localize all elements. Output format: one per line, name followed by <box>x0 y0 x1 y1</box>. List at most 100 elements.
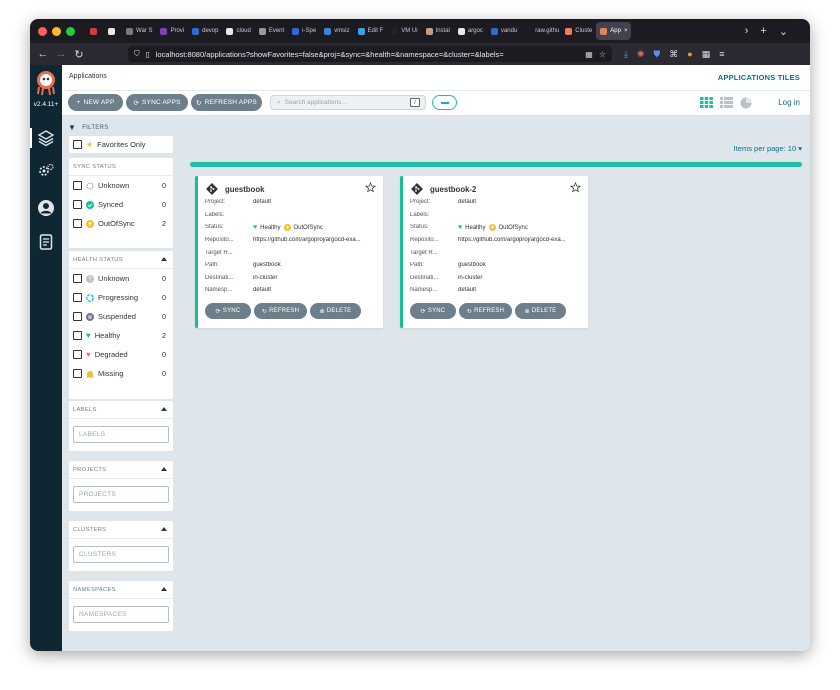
health-missing-filter[interactable]: Missing 0 <box>69 364 173 383</box>
projects-input[interactable]: PROJECTS <box>73 486 169 503</box>
app-delete-button[interactable]: ⊗ DELETE <box>310 303 361 319</box>
browser-tab[interactable]: raw.githu <box>521 22 561 40</box>
health-progressing-filter[interactable]: Progressing 0 <box>69 288 173 307</box>
qr-code-icon[interactable]: ▦ <box>585 50 593 59</box>
search-input[interactable]: ⌕ Search applications... / <box>270 95 426 110</box>
browser-tab[interactable]: App × <box>596 22 632 40</box>
health-progressing-checkbox[interactable] <box>73 293 82 302</box>
back-button[interactable]: ← <box>34 48 52 60</box>
favorites-toggle[interactable] <box>432 95 457 110</box>
bookmark-star-icon[interactable]: ☆ <box>599 50 606 59</box>
tiles-view-icon[interactable] <box>700 97 713 108</box>
browser-tab[interactable]: Cluste <box>561 22 596 40</box>
extension-icon[interactable]: ✺ <box>637 49 645 60</box>
health-healthy-checkbox[interactable] <box>73 331 82 340</box>
health-unknown-checkbox[interactable] <box>73 274 82 283</box>
browser-tab[interactable]: Event <box>255 22 288 40</box>
list-tabs-icon[interactable]: ⌄ <box>779 25 788 38</box>
app-delete-button[interactable]: ⊗ DELETE <box>515 303 566 319</box>
app-name[interactable]: guestbook-2 <box>430 185 476 194</box>
sync-outofsync-filter[interactable]: OutOfSync 2 <box>69 214 173 233</box>
list-view-icon[interactable] <box>720 97 733 108</box>
browser-tab[interactable] <box>86 22 104 40</box>
app-sync-button[interactable]: ⟳ SYNC <box>410 303 456 319</box>
summary-pie-icon[interactable] <box>740 97 752 109</box>
sync-synced-checkbox[interactable] <box>73 200 82 209</box>
sync-apps-button[interactable]: ⟳ SYNC APPS <box>126 94 188 111</box>
app-name[interactable]: guestbook <box>225 185 264 194</box>
health-missing-checkbox[interactable] <box>73 369 82 378</box>
health-degraded-checkbox[interactable] <box>73 350 82 359</box>
browser-tab[interactable]: i-Spe <box>288 22 320 40</box>
tab-scroll-right-icon[interactable]: › <box>745 25 749 38</box>
url-bar[interactable]: ⛉ ▯ localhost:8080/applications?showFavo… <box>128 46 612 62</box>
browser-tab[interactable]: devop <box>188 22 222 40</box>
favorites-only-checkbox[interactable] <box>73 140 82 149</box>
health-suspended-checkbox[interactable] <box>73 312 82 321</box>
favorite-star-icon[interactable] <box>570 182 581 193</box>
collapse-caret-icon[interactable] <box>161 527 167 531</box>
application-card[interactable]: guestbook-2 Project: default Labels: Status:… <box>400 176 588 328</box>
browser-tab[interactable]: argoc <box>454 22 487 40</box>
health-healthy-filter[interactable]: ♥ Healthy 2 <box>69 326 173 345</box>
sync-synced-filter[interactable]: Synced 0 <box>69 195 173 214</box>
argo-logo-icon[interactable] <box>35 70 57 96</box>
refresh-apps-button[interactable]: ↻ REFRESH APPS <box>191 94 262 111</box>
menu-icon[interactable]: ≡ <box>719 49 724 60</box>
application-card[interactable]: guestbook Project: default Labels: Status: ♥ H… <box>195 176 383 328</box>
documentation-icon[interactable] <box>37 233 55 251</box>
applications-layers-icon[interactable] <box>37 129 55 147</box>
clusters-input[interactable]: CLUSTERS <box>73 546 169 563</box>
browser-tab[interactable]: vmsiz <box>320 22 353 40</box>
favorites-only-filter[interactable]: ★ Favorites Only <box>69 136 173 153</box>
browser-tab[interactable]: War S <box>122 22 156 40</box>
settings-gears-icon[interactable] <box>37 162 55 180</box>
app-sync-button[interactable]: ⟳ SYNC <box>205 303 251 319</box>
projects-header[interactable]: PROJECTS <box>69 461 173 479</box>
collapse-caret-icon[interactable] <box>161 587 167 591</box>
bitwarden-icon[interactable]: ⛊ <box>654 49 661 60</box>
login-link[interactable]: Log in <box>778 98 800 107</box>
new-app-button[interactable]: + NEW APP <box>68 94 123 111</box>
extensions-grid-icon[interactable]: ▦ <box>702 49 711 60</box>
sync-unknown-filter[interactable]: Unknown 0 <box>69 176 173 195</box>
clusters-header[interactable]: CLUSTERS <box>69 521 173 539</box>
breadcrumb[interactable]: Applications <box>69 73 107 80</box>
app-refresh-button[interactable]: ↻ REFRESH <box>459 303 512 319</box>
favorite-star-icon[interactable] <box>365 182 376 193</box>
new-tab-button[interactable]: + <box>760 25 766 38</box>
sync-unknown-checkbox[interactable] <box>73 181 82 190</box>
browser-tab[interactable]: Instal <box>422 22 454 40</box>
browser-tab[interactable]: VM Ui <box>387 22 421 40</box>
app-refresh-button[interactable]: ↻ REFRESH <box>254 303 307 319</box>
health-unknown-filter[interactable]: ? Unknown 0 <box>69 269 173 288</box>
extension-puzzle-icon[interactable]: ⌘ <box>669 49 678 60</box>
zoom-window-button[interactable] <box>66 26 75 36</box>
shield-icon[interactable]: ⛉ <box>134 49 140 59</box>
extension-orange-icon[interactable]: ● <box>687 49 692 60</box>
health-suspended-filter[interactable]: Suspended 0 <box>69 307 173 326</box>
collapse-caret-icon[interactable] <box>161 407 167 411</box>
browser-tab[interactable]: Edit F <box>354 22 388 40</box>
downloads-icon[interactable]: ⤓ <box>624 49 628 60</box>
namespaces-input[interactable]: NAMESPACES <box>73 606 169 623</box>
labels-header[interactable]: LABELS <box>69 401 173 419</box>
browser-tab[interactable] <box>104 22 122 40</box>
collapse-caret-icon[interactable] <box>161 257 167 261</box>
labels-input[interactable]: LABELS <box>73 426 169 443</box>
sync-status-header[interactable]: SYNC STATUS <box>69 158 173 176</box>
namespaces-header[interactable]: NAMESPACES <box>69 581 173 599</box>
items-per-page-selector[interactable]: Items per page: 10 ▾ <box>734 144 802 153</box>
forward-button[interactable]: → <box>52 48 70 60</box>
browser-tab[interactable]: vandu <box>487 22 521 40</box>
collapse-caret-icon[interactable] <box>161 467 167 471</box>
close-window-button[interactable] <box>38 26 47 36</box>
health-degraded-filter[interactable]: ♥ Degraded 0 <box>69 345 173 364</box>
minimize-window-button[interactable] <box>52 26 61 36</box>
reload-button[interactable]: ↻ <box>70 48 88 61</box>
close-tab-icon[interactable]: × <box>624 28 628 34</box>
browser-tab[interactable]: cloud <box>222 22 254 40</box>
user-info-icon[interactable] <box>37 199 55 217</box>
browser-tab[interactable]: Provi <box>156 22 188 40</box>
health-status-header[interactable]: HEALTH STATUS <box>69 251 173 269</box>
